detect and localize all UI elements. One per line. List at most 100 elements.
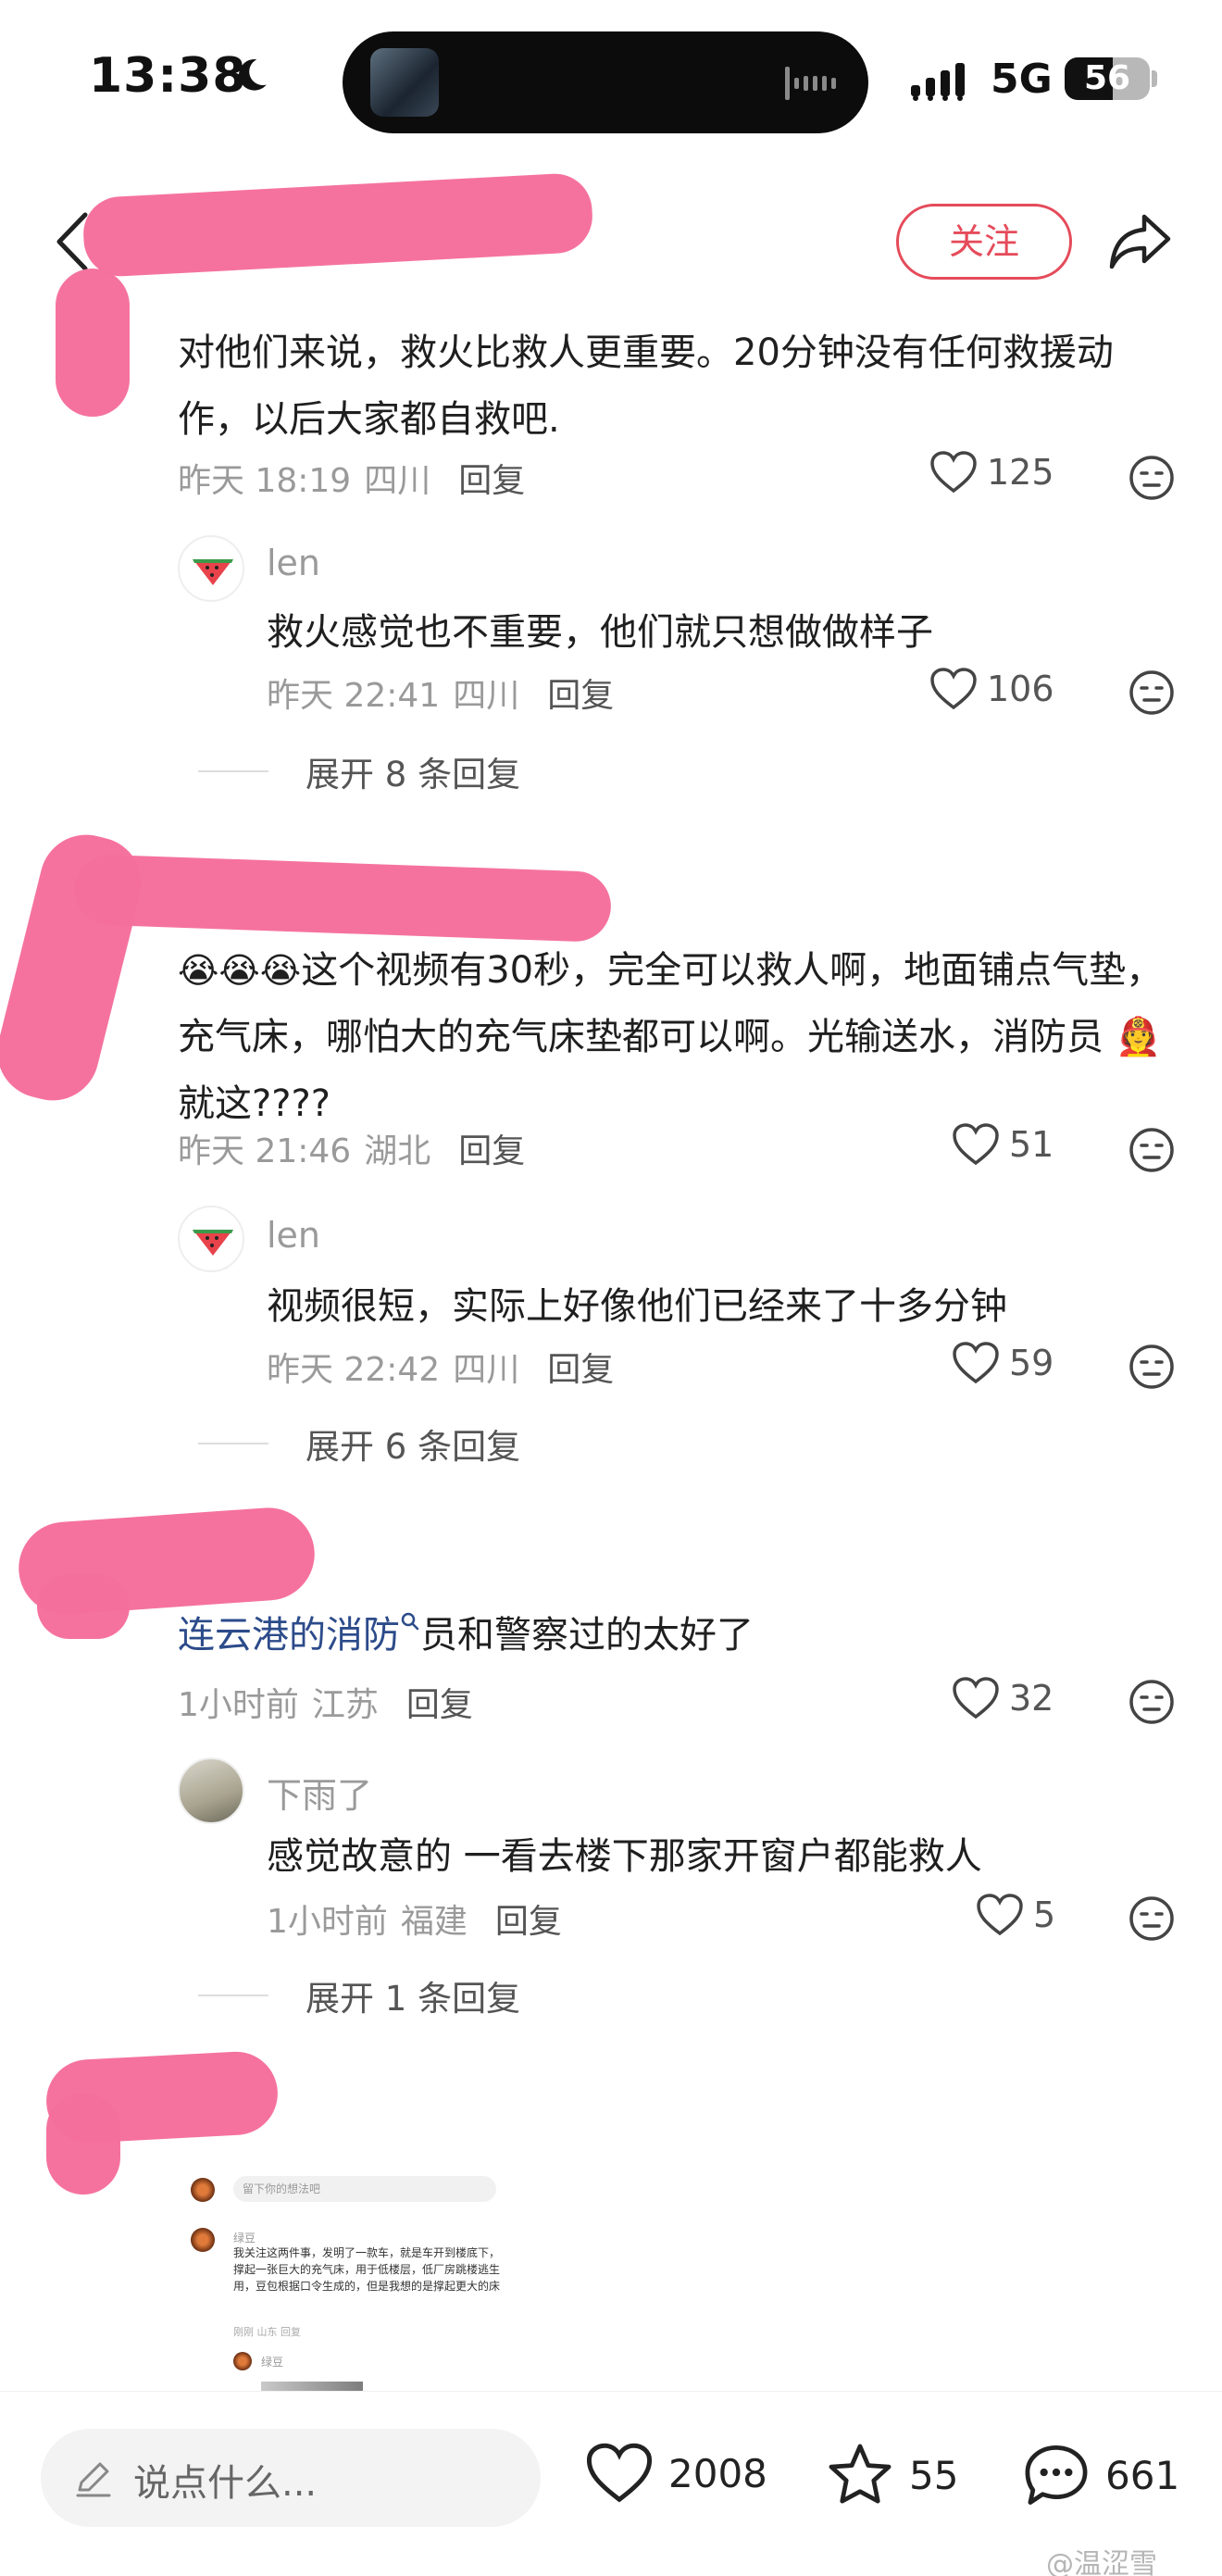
watermark: @温涩雪	[1046, 2548, 1157, 2576]
comment-location: 江苏	[311, 1686, 379, 1724]
reply-location: 福建	[400, 1903, 468, 1941]
heart-icon	[586, 2443, 653, 2503]
battery-icon: 56	[1065, 57, 1150, 100]
star-icon	[829, 2444, 892, 2504]
status-time: 13:38	[89, 48, 247, 104]
redaction-overlay	[0, 825, 152, 1110]
follow-button[interactable]: 关注	[896, 204, 1072, 280]
reply-button[interactable]: 回复	[547, 677, 614, 715]
watermelon-icon	[193, 559, 233, 585]
reply-button[interactable]: 回复	[406, 1686, 473, 1724]
embed-meta: 刚刚 山东 回复	[233, 2326, 301, 2338]
reply-text: 视频很短，实际上好像他们已经来了十多分钟	[267, 1285, 1007, 1328]
expand-replies-label: 展开 1 条回复	[306, 1979, 521, 2019]
embedded-screenshot[interactable]: 留下你的想法吧 绿豆 我关注这两件事，发明了一款车，就是车开到楼底下，撑起一张巨…	[178, 2167, 511, 2407]
reply-text: 救火感觉也不重要，他们就只想做做样子	[267, 611, 933, 654]
dynamic-island[interactable]	[343, 31, 868, 133]
like-button[interactable]: 32	[952, 1676, 1054, 1720]
expand-replies-button[interactable]: 展开 1 条回复	[198, 1970, 520, 2020]
comments-button[interactable]: 661	[1022, 2442, 1179, 2508]
search-link[interactable]: 连云港的消防	[178, 1614, 400, 1657]
bottom-bar: 说点什么... 2008 55 661	[0, 2391, 1222, 2576]
divider	[198, 1995, 268, 1996]
embed-reply-username: 绿豆	[261, 2356, 284, 2369]
reply-button[interactable]: 回复	[495, 1903, 562, 1941]
comment-location: 四川	[364, 462, 431, 500]
favorite-button[interactable]: 55	[826, 2442, 958, 2508]
share-icon[interactable]	[1107, 209, 1174, 272]
like-count: 106	[987, 669, 1054, 709]
reply-meta: 1小时前 福建 回复	[267, 1894, 562, 1943]
reply-button[interactable]: 回复	[458, 462, 525, 500]
now-playing-thumbnail	[370, 48, 439, 117]
embed-comment-text: 我关注这两件事，发明了一款车，就是车开到楼底下，撑起一张巨大的充气床，用于低楼层…	[233, 2246, 501, 2293]
comment-bubble-icon	[1025, 2445, 1088, 2505]
reply-time: 昨天 22:41	[267, 677, 441, 715]
like-button[interactable]: 59	[952, 1341, 1054, 1385]
like-count: 5	[1033, 1894, 1056, 1935]
reply-username[interactable]: len	[267, 1215, 320, 1256]
crying-emoji-icon: 😭😭😭	[178, 950, 302, 991]
avatar[interactable]	[178, 1206, 244, 1272]
post-like-button[interactable]: 2008	[585, 2442, 767, 2505]
firefighter-emoji-icon: 🧑‍🚒	[1104, 1016, 1162, 1058]
battery-level: 56	[1083, 59, 1131, 97]
like-button[interactable]: 125	[929, 450, 1054, 494]
reply-button[interactable]: 回复	[547, 1351, 614, 1389]
battery-nub	[1152, 70, 1157, 87]
reply-location: 四川	[453, 1351, 520, 1389]
embed-username: 绿豆	[233, 2232, 256, 2245]
status-bar: 13:38 5G 56	[0, 0, 1222, 157]
like-button[interactable]: 106	[929, 667, 1054, 711]
reply-meta: 昨天 22:41 四川 回复	[267, 669, 614, 717]
comment-text: 😭😭😭这个视频有30秒，完全可以救人啊，地面铺点气垫，充气床，哪怕大的充气床垫都…	[178, 937, 1168, 1137]
pencil-icon	[76, 2462, 111, 2497]
reply-time: 1小时前	[267, 1903, 388, 1941]
comment-time: 1小时前	[178, 1686, 299, 1724]
moon-icon	[239, 59, 267, 91]
watermelon-icon	[193, 1230, 233, 1256]
dislike-face-icon[interactable]	[1128, 1894, 1176, 1943]
reply-button[interactable]: 回复	[458, 1132, 525, 1170]
redaction-overlay	[46, 2093, 120, 2195]
dislike-face-icon[interactable]	[1128, 1678, 1176, 1726]
like-button[interactable]: 5	[976, 1893, 1055, 1937]
comment-text-body: 员和警察过的太好了	[420, 1614, 754, 1657]
signal-icon	[911, 63, 965, 101]
reply-username[interactable]: len	[267, 543, 320, 583]
reply-location: 四川	[453, 677, 520, 715]
comment-text-body: 这个视频有30秒，完全可以救人啊，地面铺点气垫，充气床，哪怕大的充气床垫都可以啊…	[178, 949, 1164, 1058]
like-count: 32	[1009, 1678, 1054, 1719]
reply-text: 感觉故意的 一看去楼下那家开窗户都能救人	[267, 1835, 982, 1878]
comment-text: 对他们来说，救火比救人更重要。20分钟没有任何救援动作，以后大家都自救吧.	[178, 331, 1114, 441]
heart-icon	[953, 1342, 999, 1384]
comment-meta: 昨天 18:19 四川 回复	[178, 454, 525, 502]
dislike-face-icon[interactable]	[1128, 454, 1176, 502]
redaction-overlay	[81, 171, 594, 279]
expand-replies-label: 展开 8 条回复	[306, 755, 521, 794]
favorite-count: 55	[909, 2452, 959, 2498]
dislike-face-icon[interactable]	[1128, 669, 1176, 717]
comment-input[interactable]: 说点什么...	[41, 2429, 541, 2527]
reply-username[interactable]: 下雨了	[267, 1767, 372, 1818]
network-type: 5G	[991, 56, 1053, 103]
dislike-face-icon[interactable]	[1128, 1126, 1176, 1174]
audio-waveform-icon	[785, 67, 836, 100]
expand-replies-button[interactable]: 展开 8 条回复	[198, 746, 520, 796]
post-like-count: 2008	[668, 2450, 767, 2496]
like-count: 59	[1009, 1343, 1054, 1383]
expand-replies-button[interactable]: 展开 6 条回复	[198, 1419, 520, 1469]
search-icon[interactable]	[400, 1611, 420, 1632]
redaction-overlay	[37, 1574, 130, 1639]
heart-icon	[953, 1677, 999, 1719]
like-button[interactable]: 51	[952, 1122, 1054, 1167]
avatar[interactable]	[178, 1757, 244, 1824]
heart-icon	[953, 1123, 999, 1166]
avatar[interactable]	[178, 535, 244, 602]
comment-time: 昨天 21:46	[178, 1132, 352, 1170]
dislike-face-icon[interactable]	[1128, 1343, 1176, 1391]
like-count: 125	[987, 452, 1054, 493]
embed-comment-input: 留下你的想法吧	[233, 2176, 496, 2202]
embed-avatar	[233, 2352, 252, 2370]
comment-meta: 昨天 21:46 湖北 回复	[178, 1124, 525, 1172]
